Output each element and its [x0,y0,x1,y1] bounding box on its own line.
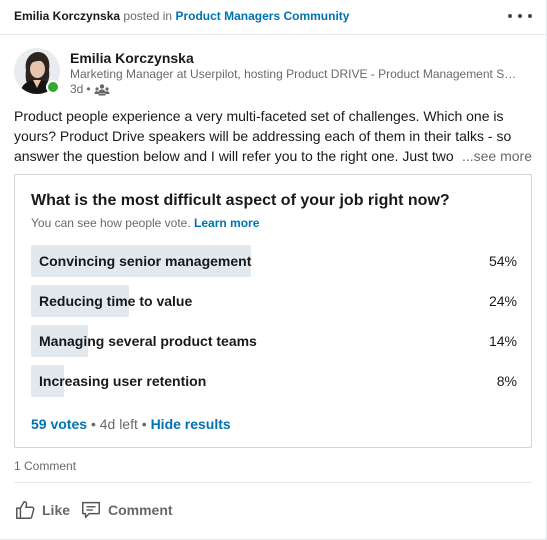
like-label: Like [42,502,71,518]
context-posted-in-text: posted in [120,9,176,23]
footer-separator: • [141,416,147,432]
comment-count-link[interactable]: 1 Comment [14,458,76,474]
vote-count-link[interactable]: 59 votes [31,416,87,432]
see-more-link[interactable]: ...see more [457,146,532,166]
poll-option-percent: 24% [488,293,517,309]
feed-post-card: Emilia Korczynska posted in Product Mana… [0,0,547,540]
poll-visibility-note: You can see how people vote. Learn more [31,215,259,231]
poll-option-percent: 8% [496,373,517,389]
comment-icon [82,501,100,519]
poll-option-percent: 14% [488,333,517,349]
more-options-button[interactable] [508,8,532,24]
author-headline: Marketing Manager at Userpilot, hosting … [70,67,520,81]
author-name[interactable]: Emilia Korczynska [70,49,194,67]
meta-separator: • [86,82,91,96]
online-status-indicator [46,80,60,94]
thumbs-up-icon [16,501,35,519]
poll-option: Increasing user retention 8% [31,365,517,397]
post-time: 3d [70,82,84,96]
header-divider [0,34,546,35]
poll-time-left: 4d left [99,416,138,432]
dot-icon [528,14,532,18]
dot-icon [508,14,512,18]
poll-option-label: Increasing user retention [39,373,207,389]
poll-note-text: You can see how people vote. [31,216,191,230]
poll-option: Managing several product teams 14% [31,325,517,357]
poll-option-percent: 54% [488,253,517,269]
comment-label: Comment [108,502,173,518]
footer-separator: • [90,416,96,432]
actions-divider [14,482,532,483]
poll-option-label: Convincing senior management [39,253,252,269]
poll-footer: 59 votes • 4d left • Hide results [31,415,231,433]
hide-results-link[interactable]: Hide results [151,416,231,432]
context-actor-name[interactable]: Emilia Korczynska [14,9,120,23]
post-meta: 3d • [70,82,110,97]
poll-option-label: Reducing time to value [39,293,193,309]
poll-option: Convincing senior management 54% [31,245,517,277]
like-button[interactable]: Like [14,496,70,524]
post-context-line: Emilia Korczynska posted in Product Mana… [14,8,532,26]
poll-option-label: Managing several product teams [39,333,257,349]
group-icon [94,83,110,95]
context-group-link[interactable]: Product Managers Community [175,9,349,23]
dot-icon [518,14,522,18]
comment-button[interactable]: Comment [80,496,173,524]
learn-more-link[interactable]: Learn more [194,216,259,230]
poll-question: What is the most difficult aspect of you… [31,192,450,209]
poll-card: What is the most difficult aspect of you… [14,174,532,448]
poll-option: Reducing time to value 24% [31,285,517,317]
